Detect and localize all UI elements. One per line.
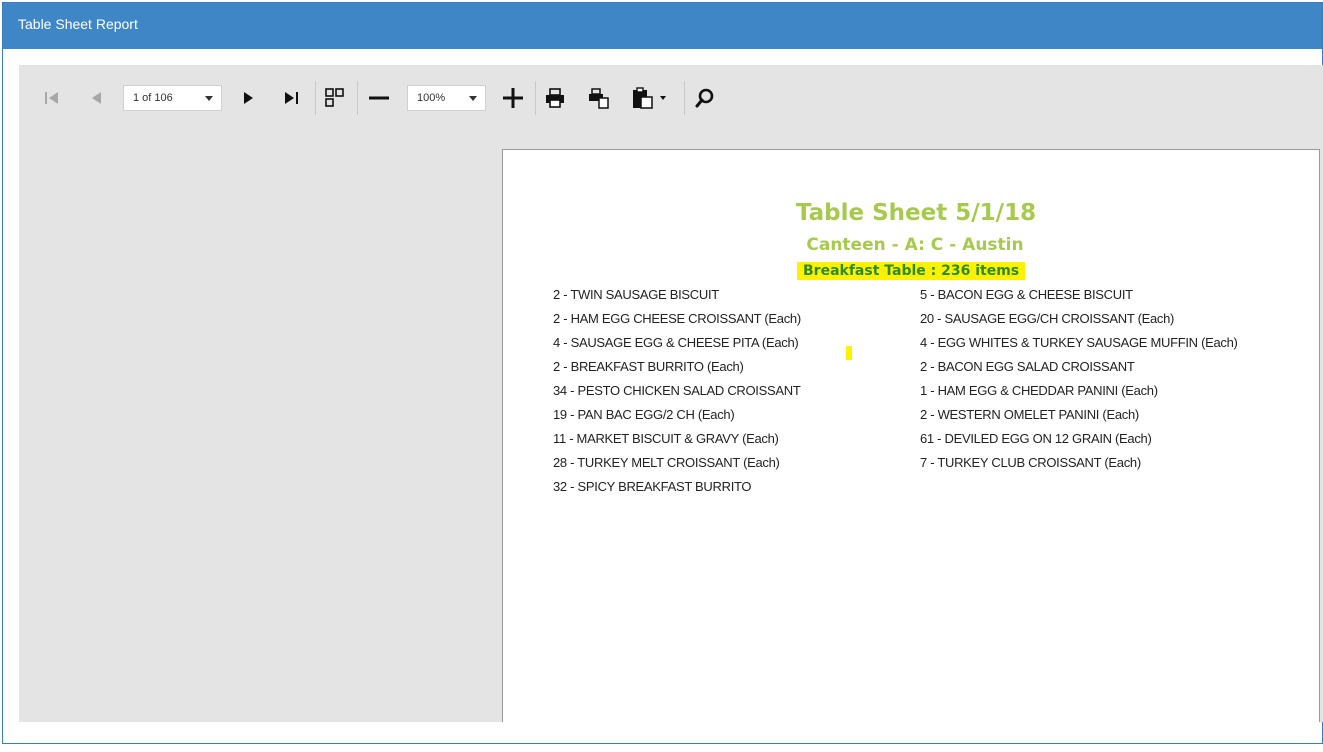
zoom-in-button[interactable] <box>500 85 526 111</box>
page-select[interactable]: 1 of 106 <box>123 85 222 111</box>
report-window: Table Sheet Report 1 of 106 100% Table S… <box>2 2 1323 744</box>
viewer-toolbar: 1 of 106 100% <box>19 65 1323 127</box>
print-button[interactable] <box>542 85 568 111</box>
list-item: 61 - DEVILED EGG ON 12 GRAIN (Each) <box>920 431 1152 446</box>
zoom-out-icon <box>369 96 389 100</box>
chevron-down-icon <box>469 96 477 101</box>
first-page-button[interactable] <box>39 85 65 111</box>
prev-page-icon <box>92 92 101 104</box>
list-item: 19 - PAN BAC EGG/2 CH (Each) <box>553 407 735 422</box>
list-item: 34 - PESTO CHICKEN SALAD CROISSANT <box>553 383 801 398</box>
list-item: 2 - BACON EGG SALAD CROISSANT <box>920 359 1135 374</box>
zoom-out-button[interactable] <box>366 85 392 111</box>
left-item-list: 2 - TWIN SAUSAGE BISCUIT 2 - HAM EGG CHE… <box>553 285 801 501</box>
list-item: 2 - HAM EGG CHEESE CROISSANT (Each) <box>553 311 801 326</box>
list-item: 2 - WESTERN OMELET PANINI (Each) <box>920 407 1139 422</box>
zoom-select-value: 100% <box>417 92 446 104</box>
chevron-down-icon <box>205 96 213 101</box>
list-item: 4 - SAUSAGE EGG & CHEESE PITA (Each) <box>553 335 799 350</box>
list-item: 28 - TURKEY MELT CROISSANT (Each) <box>553 455 780 470</box>
first-page-icon <box>45 92 58 104</box>
toolbar-separator <box>357 81 358 115</box>
search-button[interactable] <box>692 85 718 111</box>
export-button[interactable] <box>630 85 670 111</box>
report-subtitle: Canteen - A: C - Austin <box>806 235 1024 255</box>
multi-page-icon <box>325 88 344 107</box>
zoom-in-icon <box>503 88 523 108</box>
print-page-icon <box>589 88 609 109</box>
list-item: 7 - TURKEY CLUB CROISSANT (Each) <box>920 455 1141 470</box>
list-item: 2 - BREAKFAST BURRITO (Each) <box>553 359 744 374</box>
list-item: 1 - HAM EGG & CHEDDAR PANINI (Each) <box>920 383 1158 398</box>
zoom-select[interactable]: 100% <box>407 85 486 111</box>
next-page-button[interactable] <box>236 85 262 111</box>
toolbar-separator <box>535 81 536 115</box>
multi-page-button[interactable] <box>322 85 348 111</box>
toolbar-separator <box>315 81 316 115</box>
table-count-label: Breakfast Table : 236 items <box>803 263 1020 279</box>
last-page-button[interactable] <box>279 85 305 111</box>
report-viewer: 1 of 106 100% Table Sheet 5/1/18 Canteen… <box>19 65 1323 722</box>
report-page: Table Sheet 5/1/18 Canteen - A: C - Aust… <box>502 149 1320 722</box>
search-icon <box>695 88 714 108</box>
list-item: 2 - TWIN SAUSAGE BISCUIT <box>553 287 719 302</box>
highlight-mark <box>846 346 852 360</box>
list-item: 20 - SAUSAGE EGG/CH CROISSANT (Each) <box>920 311 1175 326</box>
list-item: 5 - BACON EGG & CHEESE BISCUIT <box>920 287 1133 302</box>
window-title: Table Sheet Report <box>3 3 1322 49</box>
toolbar-separator <box>684 81 685 115</box>
page-select-value: 1 of 106 <box>133 92 173 104</box>
print-icon <box>546 88 564 108</box>
highlight-band: Breakfast Table : 236 items <box>797 262 1026 280</box>
export-icon <box>633 87 666 109</box>
last-page-icon <box>285 92 298 104</box>
list-item: 4 - EGG WHITES & TURKEY SAUSAGE MUFFIN (… <box>920 335 1238 350</box>
next-page-icon <box>244 92 253 104</box>
print-page-button[interactable] <box>586 85 612 111</box>
report-title: Table Sheet 5/1/18 <box>795 200 1037 226</box>
right-item-list: 5 - BACON EGG & CHEESE BISCUIT 20 - SAUS… <box>920 285 1238 477</box>
list-item: 11 - MARKET BISCUIT & GRAVY (Each) <box>553 431 779 446</box>
prev-page-button[interactable] <box>83 85 109 111</box>
list-item: 32 - SPICY BREAKFAST BURRITO <box>553 479 752 494</box>
